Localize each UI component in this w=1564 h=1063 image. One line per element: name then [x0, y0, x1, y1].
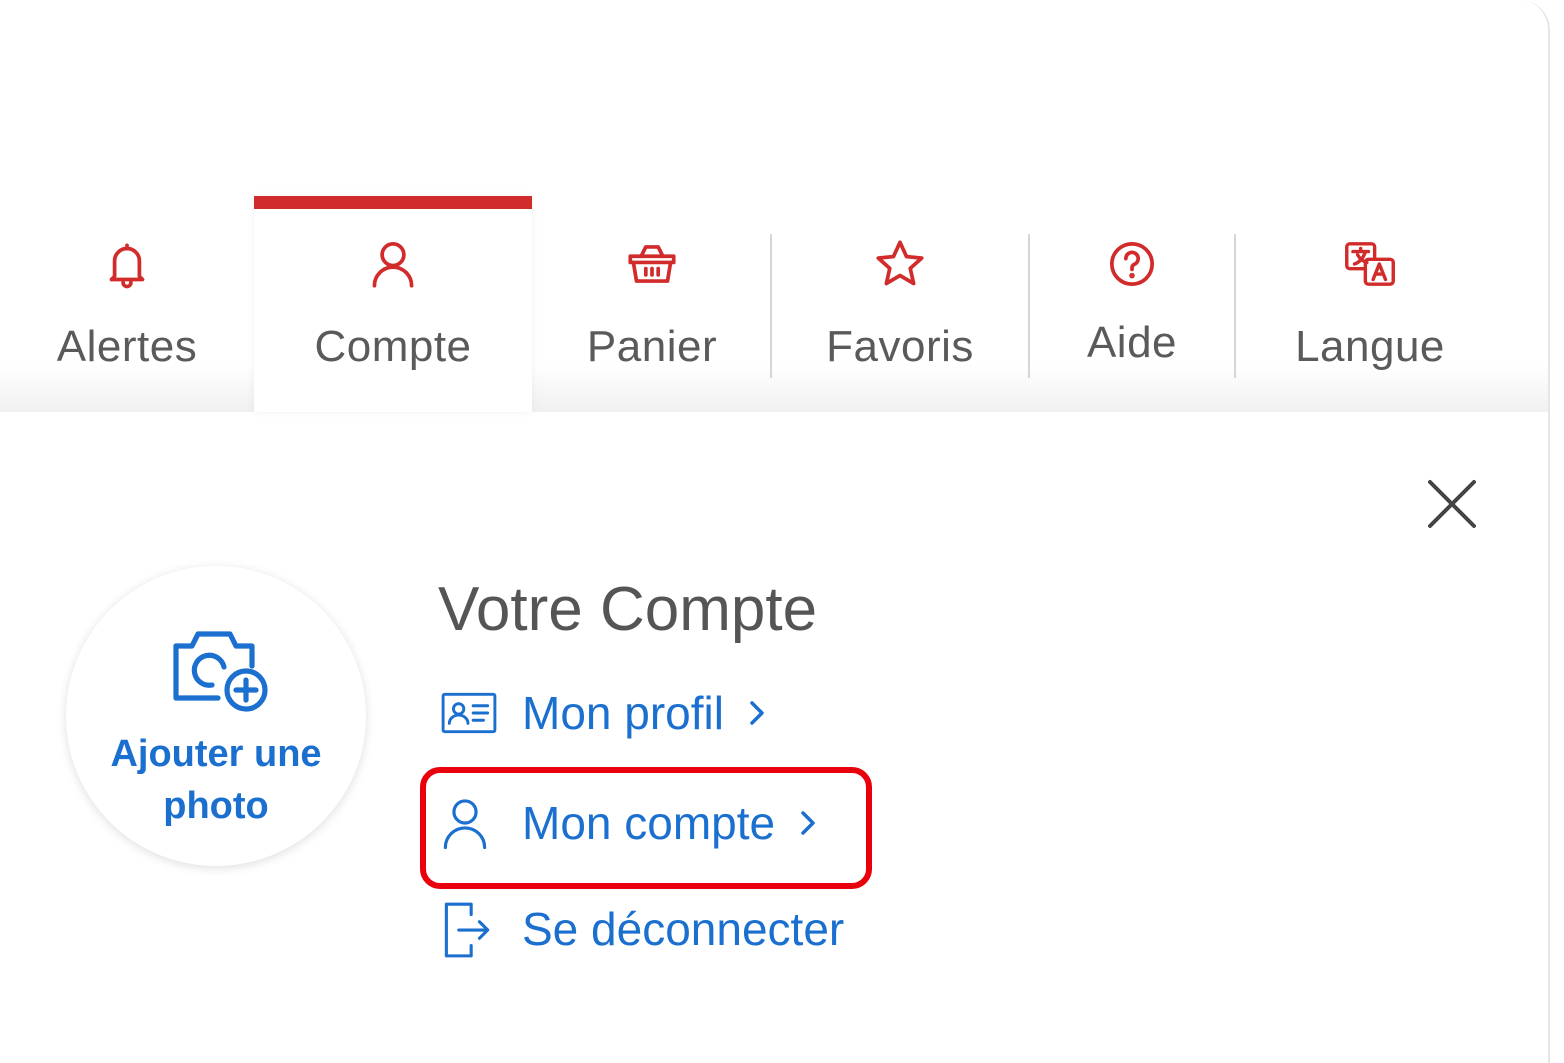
se-deconnecter-link[interactable]: Se déconnecter [440, 894, 844, 964]
sign-out-icon [440, 900, 502, 958]
add-photo-icon [173, 631, 268, 712]
star-icon [772, 234, 1028, 294]
bell-icon [0, 234, 254, 294]
tab-aide[interactable]: Aide [1030, 196, 1234, 412]
tab-label: Favoris [826, 322, 974, 371]
panel-title: Votre Compte [438, 575, 818, 644]
tab-langue[interactable]: Langue [1236, 196, 1504, 412]
tab-favoris[interactable]: Favoris [772, 196, 1028, 412]
close-icon [1428, 480, 1476, 528]
add-photo-label: Ajouter une photo [110, 733, 322, 827]
highlight-box [420, 767, 872, 889]
tab-label: Compte [314, 322, 472, 371]
tab-label: Aide [1086, 318, 1178, 367]
basket-icon [532, 234, 772, 294]
tab-bar: Alertes Compte Panier Favoris Aide Langu… [0, 196, 1548, 412]
help-circle-icon [1030, 234, 1234, 294]
tab-label: Langue [1295, 322, 1445, 371]
tab-compte[interactable]: Compte [254, 196, 532, 412]
id-card-icon [440, 684, 502, 742]
se-deconnecter-label: Se déconnecter [522, 903, 845, 955]
close-button[interactable] [1424, 476, 1480, 532]
person-icon [254, 234, 532, 294]
mon-profil-link[interactable]: Mon profil [440, 678, 770, 748]
translate-icon [1236, 234, 1504, 294]
account-flyout: Alertes Compte Panier Favoris Aide Langu… [0, 0, 1550, 1063]
tab-label: Alertes [56, 322, 198, 371]
tab-panier[interactable]: Panier [532, 196, 772, 412]
mon-profil-label: Mon profil [522, 687, 724, 739]
tab-alertes[interactable]: Alertes [0, 196, 254, 412]
tab-label: Panier [586, 322, 718, 371]
chevron-right-icon [750, 701, 764, 725]
add-photo-button[interactable]: Ajouter une photo [66, 566, 366, 866]
